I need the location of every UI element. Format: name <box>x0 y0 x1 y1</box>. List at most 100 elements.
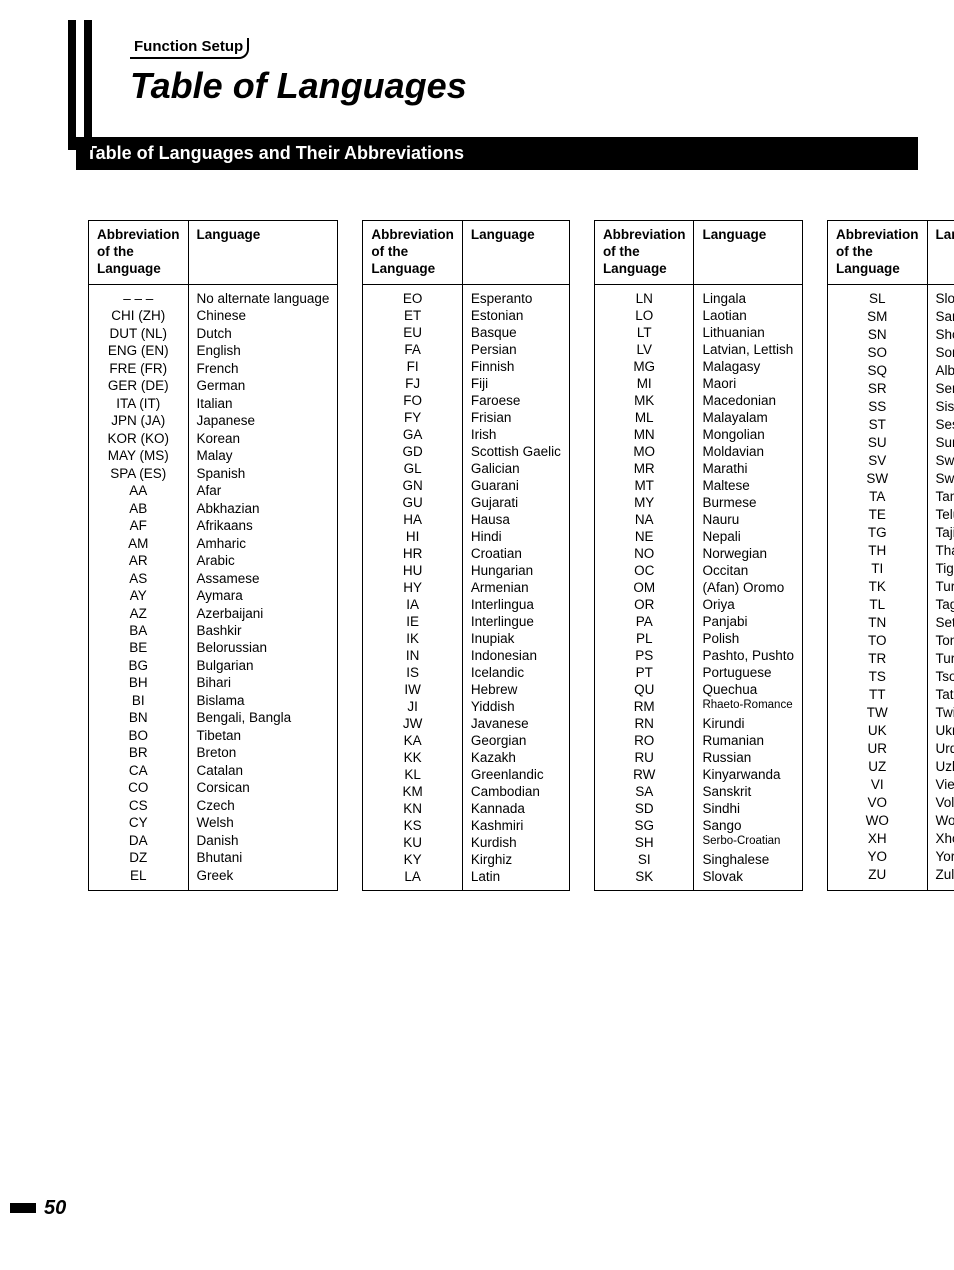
table-row: GDScottish Gaelic <box>363 443 570 460</box>
cell-lang: Uzbek <box>927 758 954 776</box>
table-row: FYFrisian <box>363 409 570 426</box>
cell-abbr: UR <box>828 740 928 758</box>
table-row: TETelugu <box>828 506 954 524</box>
table-row: STSesotho <box>828 416 954 434</box>
cell-lang: Slovak <box>694 868 803 891</box>
cell-lang: Telugu <box>927 506 954 524</box>
cell-lang: Bashkir <box>188 622 338 639</box>
cell-lang: Cambodian <box>462 783 569 800</box>
table-row: AFAfrikaans <box>89 517 338 534</box>
table-row: ITA (IT)Italian <box>89 395 338 412</box>
table-row: UKUkrainian <box>828 722 954 740</box>
table-row: RWKinyarwanda <box>594 766 802 783</box>
table-row: HIHindi <box>363 528 570 545</box>
cell-abbr: YO <box>828 848 928 866</box>
cell-lang: Sindhi <box>694 800 803 817</box>
cell-abbr: SA <box>594 783 694 800</box>
cell-lang: Dutch <box>188 325 338 342</box>
table-row: IKInupiak <box>363 630 570 647</box>
cell-lang: Lingala <box>694 284 803 307</box>
cell-abbr: TS <box>828 668 928 686</box>
cell-abbr: ITA (IT) <box>89 395 189 412</box>
cell-lang: Occitan <box>694 562 803 579</box>
table-row: SASanskrit <box>594 783 802 800</box>
header-lang: Language <box>694 221 803 285</box>
cell-abbr: VO <box>828 794 928 812</box>
cell-abbr: CHI (ZH) <box>89 307 189 324</box>
cell-abbr: TK <box>828 578 928 596</box>
table-row: KLGreenlandic <box>363 766 570 783</box>
cell-abbr: EL <box>89 867 189 890</box>
cell-abbr: TI <box>828 560 928 578</box>
cell-lang: Kazakh <box>462 749 569 766</box>
cell-lang: Russian <box>694 749 803 766</box>
table-row: LVLatvian, Lettish <box>594 341 802 358</box>
table-row: COCorsican <box>89 779 338 796</box>
table-row: XHXhosa <box>828 830 954 848</box>
cell-lang: French <box>188 360 338 377</box>
cell-abbr: SM <box>828 308 928 326</box>
table-row: BNBengali, Bangla <box>89 709 338 726</box>
cell-lang: No alternate language <box>188 284 338 307</box>
cell-lang: Singhalese <box>694 851 803 868</box>
table-row: SOSomali <box>828 344 954 362</box>
cell-abbr: FJ <box>363 375 463 392</box>
cell-lang: Finnish <box>462 358 569 375</box>
cell-abbr: GU <box>363 494 463 511</box>
cell-abbr: BR <box>89 744 189 761</box>
cell-abbr: BE <box>89 639 189 656</box>
cell-lang: Sanskrit <box>694 783 803 800</box>
table-row: MGMalagasy <box>594 358 802 375</box>
table-row: SISinghalese <box>594 851 802 868</box>
cell-abbr: IK <box>363 630 463 647</box>
cell-lang: Hungarian <box>462 562 569 579</box>
table-row: OCOccitan <box>594 562 802 579</box>
cell-abbr: CO <box>89 779 189 796</box>
cell-abbr: CY <box>89 814 189 831</box>
cell-abbr: PA <box>594 613 694 630</box>
cell-abbr: TG <box>828 524 928 542</box>
table-row: AAAfar <box>89 482 338 499</box>
table-row: GER (DE)German <box>89 377 338 394</box>
cell-lang: Interlingua <box>462 596 569 613</box>
table-row: IEInterlingue <box>363 613 570 630</box>
cell-lang: Greenlandic <box>462 766 569 783</box>
cell-abbr: TN <box>828 614 928 632</box>
language-tables: Abbreviation of the LanguageLanguage– – … <box>88 220 914 891</box>
cell-lang: Danish <box>188 832 338 849</box>
cell-lang: Persian <box>462 341 569 358</box>
cell-abbr: SD <box>594 800 694 817</box>
cell-lang: Lithuanian <box>694 324 803 341</box>
header-lang: Language <box>188 221 338 285</box>
cell-abbr: ST <box>828 416 928 434</box>
cell-abbr: KY <box>363 851 463 868</box>
cell-lang: Irish <box>462 426 569 443</box>
language-table-2: Abbreviation of the LanguageLanguageLNLi… <box>594 220 803 891</box>
cell-lang: Rhaeto-Romance <box>694 698 803 715</box>
table-row: SDSindhi <box>594 800 802 817</box>
cell-lang: Kirghiz <box>462 851 569 868</box>
cell-abbr: SL <box>828 284 928 308</box>
cell-abbr: BA <box>89 622 189 639</box>
cell-lang: Vietnamese <box>927 776 954 794</box>
cell-lang: Maltese <box>694 477 803 494</box>
cell-abbr: LO <box>594 307 694 324</box>
table-row: MIMaori <box>594 375 802 392</box>
cell-lang: Frisian <box>462 409 569 426</box>
cell-abbr: SO <box>828 344 928 362</box>
cell-abbr: HU <box>363 562 463 579</box>
table-row: KSKashmiri <box>363 817 570 834</box>
cell-lang: Arabic <box>188 552 338 569</box>
cell-abbr: MO <box>594 443 694 460</box>
cell-lang: Bengali, Bangla <box>188 709 338 726</box>
cell-lang: Korean <box>188 430 338 447</box>
cell-abbr: AZ <box>89 605 189 622</box>
table-row: TGTajik <box>828 524 954 542</box>
cell-abbr: AM <box>89 535 189 552</box>
table-row: KUKurdish <box>363 834 570 851</box>
cell-lang: Galician <box>462 460 569 477</box>
cell-lang: German <box>188 377 338 394</box>
cell-lang: Fiji <box>462 375 569 392</box>
cell-abbr: PT <box>594 664 694 681</box>
cell-lang: Tongan <box>927 632 954 650</box>
